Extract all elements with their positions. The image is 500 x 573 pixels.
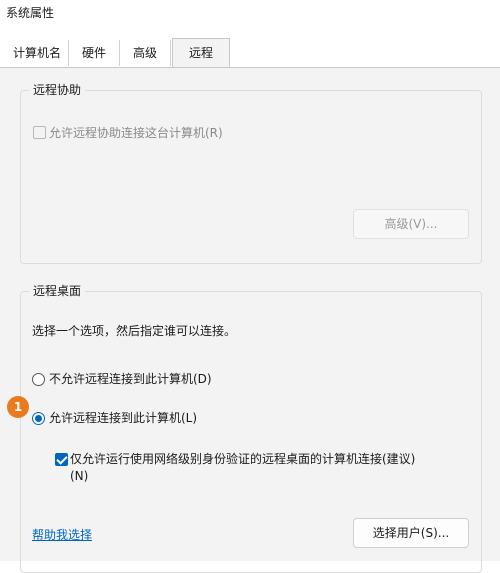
title-bar: 系统属性 — [0, 0, 500, 30]
remote-assistance-title: 远程协助 — [29, 81, 86, 98]
remote-desktop-title: 远程桌面 — [29, 282, 86, 299]
nla-checkbox[interactable] — [55, 453, 68, 466]
remote-desktop-instruction: 选择一个选项，然后指定谁可以连接。 — [32, 324, 237, 338]
tab-strip: 计算机名 硬件 高级 远程 — [0, 38, 500, 69]
allow-remote-label: 允许远程连接到此计算机(L) — [49, 411, 198, 425]
tab-computer-name[interactable]: 计算机名 — [6, 40, 69, 66]
deny-remote-label: 不允许远程连接到此计算机(D) — [49, 372, 212, 386]
remote-assistance-group: 远程协助 允许远程协助连接这台计算机(R) 高级(V)... — [20, 81, 482, 264]
select-users-button[interactable]: 选择用户(S)... — [353, 518, 469, 548]
tab-remote[interactable]: 远程 — [172, 38, 230, 69]
allow-remote-assistance-label: 允许远程协助连接这台计算机(R) — [49, 126, 223, 140]
window-title: 系统属性 — [6, 6, 55, 20]
tab-hardware[interactable]: 硬件 — [69, 40, 120, 66]
advanced-button[interactable]: 高级(V)... — [353, 209, 469, 239]
tab-advanced[interactable]: 高级 — [120, 40, 171, 66]
allow-remote-radio[interactable] — [32, 412, 45, 425]
nla-label: 仅允许运行使用网络级别身份验证的远程桌面的计算机连接(建议) — [70, 452, 416, 466]
remote-tab-panel: 远程协助 允许远程协助连接这台计算机(R) 高级(V)... 远程桌面 选择一个… — [0, 67, 500, 573]
allow-remote-assistance-checkbox[interactable] — [33, 126, 46, 139]
step-number-badge: 1 — [7, 396, 29, 418]
nla-label-shortcut: (N) — [70, 469, 89, 483]
deny-remote-radio[interactable] — [32, 373, 45, 386]
help-me-choose-link[interactable]: 帮助我选择 — [32, 526, 92, 543]
